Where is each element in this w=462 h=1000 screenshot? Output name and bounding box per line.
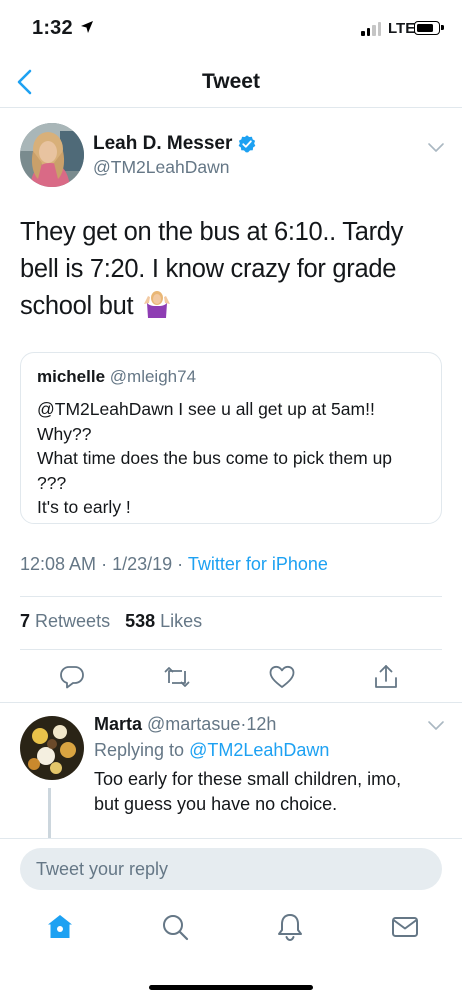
- search-icon[interactable]: [160, 912, 190, 942]
- reply-author-name[interactable]: Marta: [94, 714, 142, 734]
- quoted-text-line: @TM2LeahDawn I see u all get up at 5am!!: [37, 399, 375, 419]
- retweet-icon[interactable]: [163, 663, 191, 691]
- tweet-reply-input[interactable]: [20, 848, 442, 890]
- tweet-text: They get on the bus at 6:10.. Tardy bell…: [20, 214, 440, 325]
- tweet-meta: 12:08 AM · 1/23/19 · Twitter for iPhone: [20, 554, 328, 575]
- like-heart-icon[interactable]: [268, 663, 296, 691]
- reply-text-line: Too early for these small children, imo,: [94, 769, 402, 789]
- messages-icon[interactable]: [390, 912, 420, 942]
- reply-age: 12h: [246, 714, 277, 734]
- divider: [20, 649, 442, 650]
- status-bar: 1:32 LTE: [0, 0, 462, 56]
- thread-line: [48, 788, 51, 838]
- tweet-stats: 7 Retweets 538 Likes: [20, 611, 202, 632]
- meta-separator: ·: [177, 554, 184, 574]
- author-name: Leah D. Messer: [93, 133, 233, 154]
- reply-text: Too early for these small children, imo,…: [94, 767, 434, 817]
- tweet-text-content: They get on the bus at 6:10.. Tardy bell…: [20, 218, 404, 320]
- meta-separator: ·: [101, 554, 108, 574]
- likes-stat[interactable]: 538 Likes: [125, 611, 202, 631]
- reply-author-avatar[interactable]: [20, 716, 84, 780]
- share-icon[interactable]: [372, 663, 400, 691]
- author-handle[interactable]: @TM2LeahDawn: [93, 157, 229, 178]
- tweet-date: 1/23/19: [112, 554, 173, 574]
- battery-icon: [414, 21, 444, 35]
- location-arrow-icon: [81, 21, 93, 33]
- quoted-tweet-card[interactable]: michelle @mleigh74 @TM2LeahDawn I see u …: [20, 352, 442, 524]
- tweet-source-link[interactable]: Twitter for iPhone: [188, 554, 328, 574]
- status-time: 1:32: [32, 17, 73, 39]
- retweets-stat[interactable]: 7 Retweets: [20, 611, 110, 631]
- quoted-text-line: ???: [37, 472, 67, 493]
- quoted-text-line: Why??: [37, 423, 92, 444]
- retweets-label: Retweets: [35, 611, 111, 631]
- divider: [20, 596, 442, 597]
- quoted-author-handle: @mleigh74: [109, 367, 197, 386]
- replying-to-prefix: Replying to: [94, 740, 185, 760]
- home-indicator: [149, 985, 313, 990]
- replying-to-line: Replying to @TM2LeahDawn: [94, 740, 329, 761]
- shrug-emoji-icon: [144, 291, 171, 318]
- quoted-text-line: It's to early !: [37, 497, 131, 517]
- author-name-line[interactable]: Leah D. Messer: [93, 133, 257, 155]
- reply-chevron-down-icon[interactable]: [427, 720, 445, 732]
- quoted-header: michelle @mleigh74: [37, 367, 196, 387]
- quoted-author-name: michelle: [37, 367, 106, 386]
- reply-header: Marta @martasue·12h: [94, 714, 276, 735]
- likes-label: Likes: [160, 611, 203, 631]
- verified-badge-icon: [239, 135, 256, 153]
- compose-bar: [0, 838, 462, 900]
- reply-icon[interactable]: [58, 663, 86, 691]
- quoted-text: @TM2LeahDawn I see u all get up at 5am!!…: [37, 397, 433, 520]
- home-icon[interactable]: [45, 912, 75, 942]
- nav-bar: Tweet: [0, 56, 462, 108]
- network-type: LTE: [388, 20, 416, 37]
- chevron-down-icon[interactable]: [427, 142, 445, 154]
- signal-strength-icon: [361, 22, 383, 36]
- reply-author-handle[interactable]: @martasue: [147, 714, 240, 734]
- replying-to-handle[interactable]: @TM2LeahDawn: [189, 740, 329, 760]
- reply-text-line: but guess you have no choice.: [94, 794, 338, 814]
- page-title: Tweet: [202, 70, 260, 93]
- retweets-count: 7: [20, 611, 31, 631]
- quoted-text-line: What time does the bus come to pick them…: [37, 448, 393, 468]
- tweet-time: 12:08 AM: [20, 554, 97, 574]
- divider: [0, 702, 462, 703]
- notifications-icon[interactable]: [275, 912, 305, 942]
- author-avatar[interactable]: [20, 123, 84, 187]
- likes-count: 538: [125, 611, 156, 631]
